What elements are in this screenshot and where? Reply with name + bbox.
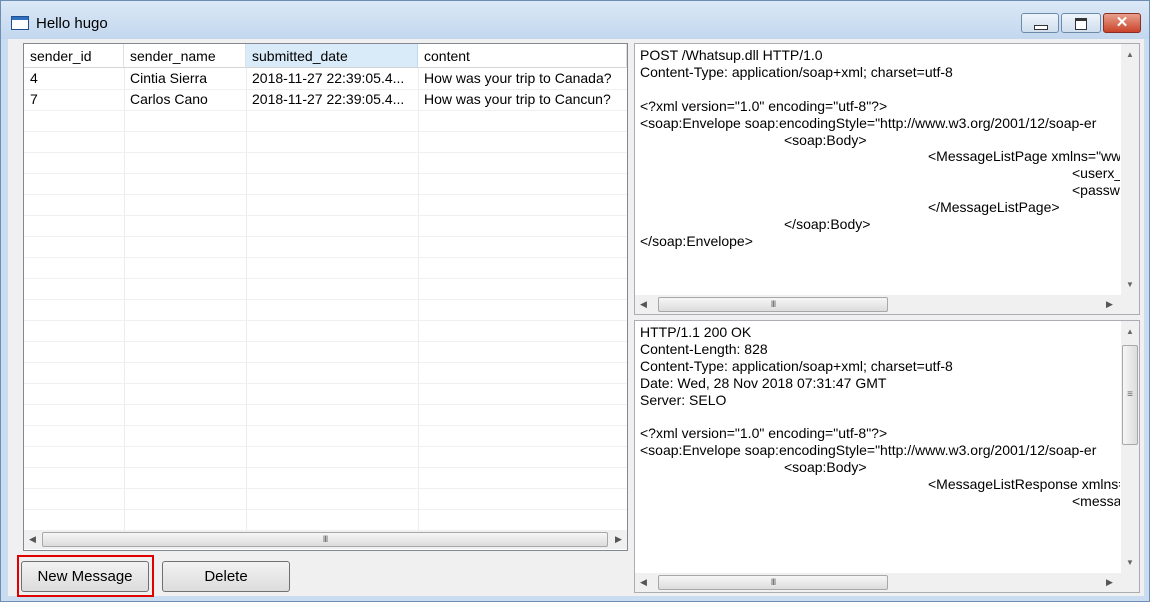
cell-submitted-date: 2018-11-27 22:39:05.4... — [252, 70, 405, 86]
row-divider — [24, 509, 627, 510]
window-title: Hello hugo — [36, 15, 108, 32]
cell-sender-id: 7 — [30, 91, 38, 107]
cell-sender-id: 4 — [30, 70, 38, 86]
request-text: POST /Whatsup.dll HTTP/1.0 Content-Type:… — [640, 47, 1120, 249]
row-divider — [24, 404, 627, 405]
new-message-button[interactable]: New Message — [21, 561, 149, 592]
response-horizontal-scrollbar[interactable]: ◀ III ▶ — [635, 573, 1121, 592]
title-bar[interactable]: Hello hugo ✕ — [1, 1, 1149, 39]
row-divider — [24, 320, 627, 321]
minimize-icon[interactable] — [1021, 13, 1059, 33]
scroll-up-icon[interactable]: ▲ — [1121, 46, 1139, 63]
main-window: Hello hugo ✕ sender_id sender_name submi… — [0, 0, 1150, 602]
column-header-sender-name[interactable]: sender_name — [124, 44, 246, 68]
row-divider — [24, 236, 627, 237]
column-header-sender-id[interactable]: sender_id — [24, 44, 124, 68]
row-divider — [24, 173, 627, 174]
row-divider — [24, 467, 627, 468]
messages-grid[interactable]: sender_id sender_name submitted_date con… — [23, 43, 628, 551]
cell-submitted-date: 2018-11-27 22:39:05.4... — [252, 91, 405, 107]
row-divider — [24, 257, 627, 258]
cell-content: How was your trip to Cancun? — [424, 91, 611, 107]
row-divider — [24, 194, 627, 195]
window-icon — [11, 16, 29, 30]
row-divider — [24, 131, 627, 132]
scroll-left-icon[interactable]: ◀ — [24, 530, 41, 549]
response-vertical-scrollbar[interactable]: ▲ ≡ ▼ — [1121, 321, 1139, 573]
scroll-thumb[interactable]: ≡ — [1122, 345, 1138, 445]
response-textbox[interactable]: HTTP/1.1 200 OK Content-Length: 828 Cont… — [634, 320, 1140, 593]
close-button[interactable]: ✕ — [1103, 13, 1141, 33]
grid-horizontal-scrollbar[interactable]: ◀ III ▶ — [24, 530, 627, 549]
scroll-right-icon[interactable]: ▶ — [1101, 295, 1118, 314]
cell-content: How was your trip to Canada? — [424, 70, 612, 86]
scroll-right-icon[interactable]: ▶ — [610, 530, 627, 549]
delete-button[interactable]: Delete — [162, 561, 290, 592]
row-divider — [24, 278, 627, 279]
scrollbar-corner — [1121, 295, 1139, 314]
column-header-content[interactable]: content — [418, 44, 627, 68]
scroll-left-icon[interactable]: ◀ — [635, 573, 652, 592]
scroll-thumb[interactable]: III — [42, 532, 608, 547]
row-divider — [24, 446, 627, 447]
row-divider — [24, 152, 627, 153]
scroll-thumb[interactable]: III — [658, 575, 888, 590]
scrollbar-corner — [1121, 573, 1139, 592]
row-divider — [24, 383, 627, 384]
scroll-up-icon[interactable]: ▲ — [1121, 323, 1139, 340]
response-text: HTTP/1.1 200 OK Content-Length: 828 Cont… — [640, 324, 1120, 510]
row-divider — [24, 362, 627, 363]
row-divider — [24, 110, 627, 111]
scroll-right-icon[interactable]: ▶ — [1101, 573, 1118, 592]
cell-sender-name: Carlos Cano — [130, 91, 208, 107]
request-textbox[interactable]: POST /Whatsup.dll HTTP/1.0 Content-Type:… — [634, 43, 1140, 315]
row-divider — [24, 425, 627, 426]
row-divider — [24, 215, 627, 216]
maximize-icon[interactable] — [1061, 13, 1101, 33]
request-vertical-scrollbar[interactable]: ▲ ▼ — [1121, 44, 1139, 295]
scroll-down-icon[interactable]: ▼ — [1121, 554, 1139, 571]
close-icon: ✕ — [1115, 14, 1129, 31]
cell-sender-name: Cintia Sierra — [130, 70, 208, 86]
scroll-thumb[interactable]: III — [658, 297, 888, 312]
column-header-submitted-date[interactable]: submitted_date — [246, 44, 418, 68]
client-area: sender_id sender_name submitted_date con… — [8, 39, 1144, 597]
row-divider — [24, 341, 627, 342]
row-divider — [24, 299, 627, 300]
scroll-down-icon[interactable]: ▼ — [1121, 276, 1139, 293]
row-divider — [24, 488, 627, 489]
scroll-left-icon[interactable]: ◀ — [635, 295, 652, 314]
request-horizontal-scrollbar[interactable]: ◀ III ▶ — [635, 295, 1121, 314]
